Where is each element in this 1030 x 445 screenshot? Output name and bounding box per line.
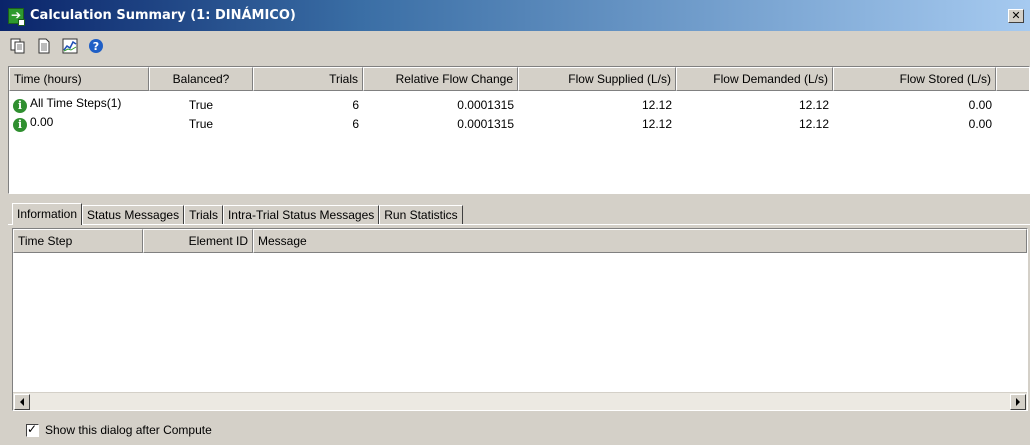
horizontal-scrollbar[interactable] — [13, 392, 1027, 410]
cell-relative-flow-change: 0.0001315 — [457, 116, 514, 131]
arrow-right-icon — [1016, 398, 1020, 406]
column-header-balanced[interactable]: Balanced? — [149, 67, 253, 91]
tab-trials[interactable]: Trials — [184, 205, 223, 225]
cell-flow-demanded: 12.12 — [798, 116, 829, 131]
cell-balanced: True — [188, 116, 214, 131]
copy-icon[interactable] — [8, 36, 28, 56]
scroll-right-button[interactable] — [1010, 394, 1026, 410]
table-row[interactable]: i 0.00 True 6 0.0001315 12.12 12.12 0.00 — [9, 114, 996, 133]
messages-table-header: Time Step Element ID Message — [13, 229, 1027, 253]
column-header-element-id[interactable]: Element ID — [143, 229, 253, 253]
tab-status-messages[interactable]: Status Messages — [82, 205, 185, 225]
tab-intra-trial-status-messages[interactable]: Intra-Trial Status Messages — [222, 205, 380, 225]
tab-strip: Information Status Messages Trials Intra… — [12, 203, 463, 225]
close-button[interactable]: ✕ — [1008, 9, 1024, 23]
window-title: Calculation Summary (1: DINÁMICO) — [30, 8, 296, 23]
cell-flow-supplied: 12.12 — [641, 97, 672, 112]
graph-icon[interactable] — [60, 36, 80, 56]
cell-balanced: True — [188, 97, 214, 112]
cell-trials: 6 — [352, 97, 359, 112]
show-dialog-label[interactable]: Show this dialog after Compute — [45, 423, 212, 437]
help-icon[interactable]: ? — [86, 36, 106, 56]
column-header-trials[interactable]: Trials — [253, 67, 363, 91]
cell-time: 0.00 — [30, 115, 54, 129]
cell-flow-stored: 0.00 — [968, 116, 992, 131]
calculation-summary-table: Time (hours) Balanced? Trials Relative F… — [8, 66, 1030, 194]
column-header-flow-demanded[interactable]: Flow Demanded (L/s) — [676, 67, 833, 91]
column-header-time[interactable]: Time (hours) — [9, 67, 149, 91]
show-dialog-option: ✓ Show this dialog after Compute — [26, 421, 212, 437]
column-header-message[interactable]: Message — [253, 229, 1027, 253]
scroll-left-button[interactable] — [14, 394, 30, 410]
column-header-time-step[interactable]: Time Step — [13, 229, 143, 253]
column-header-relative-flow-change[interactable]: Relative Flow Change — [363, 67, 518, 91]
info-icon: i — [13, 99, 27, 113]
messages-table: Time Step Element ID Message — [12, 228, 1028, 411]
tab-panel-border — [8, 224, 1030, 225]
info-icon: i — [13, 118, 27, 132]
show-dialog-checkbox[interactable]: ✓ — [26, 421, 39, 437]
tab-information[interactable]: Information — [12, 203, 83, 225]
summary-table-body: i All Time Steps(1) True 6 0.0001315 12.1… — [9, 95, 996, 133]
toolbar: ? — [8, 35, 106, 57]
column-header-flow-stored[interactable]: Flow Stored (L/s) — [833, 67, 996, 91]
cell-flow-demanded: 12.12 — [798, 97, 829, 112]
cell-flow-supplied: 12.12 — [641, 116, 672, 131]
table-row[interactable]: i All Time Steps(1) True 6 0.0001315 12.1… — [9, 95, 996, 114]
svg-text:?: ? — [93, 40, 99, 53]
checkmark-icon: ✓ — [27, 421, 38, 436]
column-header-flow-supplied[interactable]: Flow Supplied (L/s) — [518, 67, 676, 91]
app-arrow-icon: ➔ — [8, 8, 25, 26]
report-icon[interactable] — [34, 36, 54, 56]
tab-run-statistics[interactable]: Run Statistics — [379, 205, 463, 225]
cell-time: All Time Steps(1) — [30, 96, 122, 110]
arrow-left-icon — [20, 398, 24, 406]
cell-trials: 6 — [352, 116, 359, 131]
title-bar: ➔ Calculation Summary (1: DINÁMICO) ✕ — [0, 0, 1030, 31]
column-header-filler — [996, 67, 1029, 91]
summary-table-header: Time (hours) Balanced? Trials Relative F… — [9, 67, 1029, 91]
cell-relative-flow-change: 0.0001315 — [457, 97, 514, 112]
cell-flow-stored: 0.00 — [968, 97, 992, 112]
